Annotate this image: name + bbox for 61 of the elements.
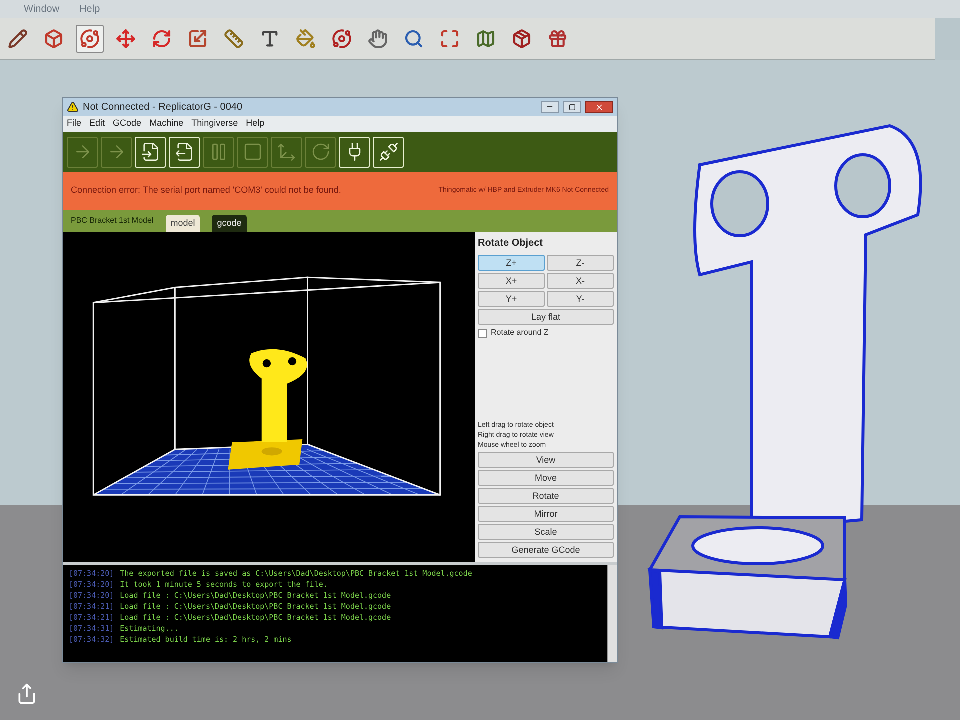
- file-name: PBC Bracket 1st Model: [71, 215, 154, 227]
- maximize-button[interactable]: [563, 101, 581, 113]
- file-arrow-button[interactable]: [135, 136, 166, 168]
- gift-icon: [548, 28, 568, 48]
- panel-button[interactable]: Generate GCode: [478, 542, 614, 558]
- box-icon: [44, 28, 64, 48]
- minimize-button[interactable]: [541, 101, 559, 113]
- panel-button[interactable]: View: [478, 452, 614, 468]
- status-message: Connection error: The serial port named 'COM3' could not be found.: [71, 184, 342, 198]
- move-icon: [116, 28, 136, 48]
- panel-title: Rotate Object: [478, 237, 544, 251]
- orbit-icon: [332, 28, 352, 48]
- rotate-icon: [152, 28, 172, 48]
- file-arrow-icon: [174, 142, 194, 162]
- stop-icon: [242, 142, 262, 162]
- plug-button[interactable]: [339, 136, 370, 168]
- checkbox-label: Rotate around Z: [491, 327, 549, 339]
- scale-icon: [188, 28, 208, 48]
- panel-button[interactable]: Mirror: [478, 506, 614, 522]
- share-icon[interactable]: [16, 683, 38, 705]
- checkbox[interactable]: [478, 328, 487, 338]
- move-arrows-icon: [276, 142, 296, 162]
- file-arrow-icon: [140, 142, 160, 162]
- orbit-icon: [80, 28, 100, 48]
- menu-item[interactable]: Machine: [150, 117, 184, 131]
- panel-button[interactable]: Z+: [478, 255, 545, 271]
- menu-item[interactable]: Help: [246, 117, 265, 131]
- tab[interactable]: model: [166, 215, 200, 232]
- map-icon: [476, 28, 496, 48]
- close-icon: [594, 102, 604, 112]
- unplug-button[interactable]: [373, 136, 404, 168]
- tab[interactable]: gcode: [212, 215, 247, 232]
- search-icon: [404, 28, 424, 48]
- tool-button[interactable]: [76, 24, 104, 52]
- close-button[interactable]: [585, 101, 613, 113]
- pencil-icon: [8, 28, 28, 48]
- tape-measure-icon: [224, 28, 244, 48]
- rotate-icon: [310, 142, 330, 162]
- panel-button[interactable]: X-: [547, 273, 614, 289]
- hand-icon: [368, 28, 388, 48]
- menu-item[interactable]: File: [67, 117, 82, 131]
- panel-button[interactable]: Lay flat: [478, 309, 614, 325]
- panel-button[interactable]: Y-: [547, 291, 614, 307]
- menu-item[interactable]: Edit: [90, 117, 106, 131]
- unplug-icon: [378, 142, 398, 162]
- menu-item[interactable]: Thingiverse: [192, 117, 238, 131]
- zoom-extents-icon: [440, 28, 460, 48]
- text-icon: [260, 28, 280, 48]
- panel-button[interactable]: Z-: [547, 255, 614, 271]
- paint-bucket-icon: [296, 28, 316, 48]
- maximize-icon: [568, 104, 576, 110]
- panel-button[interactable]: X+: [478, 273, 545, 289]
- panel-button[interactable]: Rotate: [478, 488, 614, 504]
- panel-button[interactable]: Scale: [478, 524, 614, 540]
- window-title: Not Connected - ReplicatorG - 0040: [83, 100, 244, 114]
- file-arrow-button[interactable]: [169, 136, 200, 168]
- warning-icon: [67, 101, 79, 113]
- panel-button[interactable]: Move: [478, 470, 614, 486]
- menu-item[interactable]: GCode: [113, 117, 142, 131]
- panel-button[interactable]: Y+: [478, 291, 545, 307]
- package-icon: [512, 28, 532, 48]
